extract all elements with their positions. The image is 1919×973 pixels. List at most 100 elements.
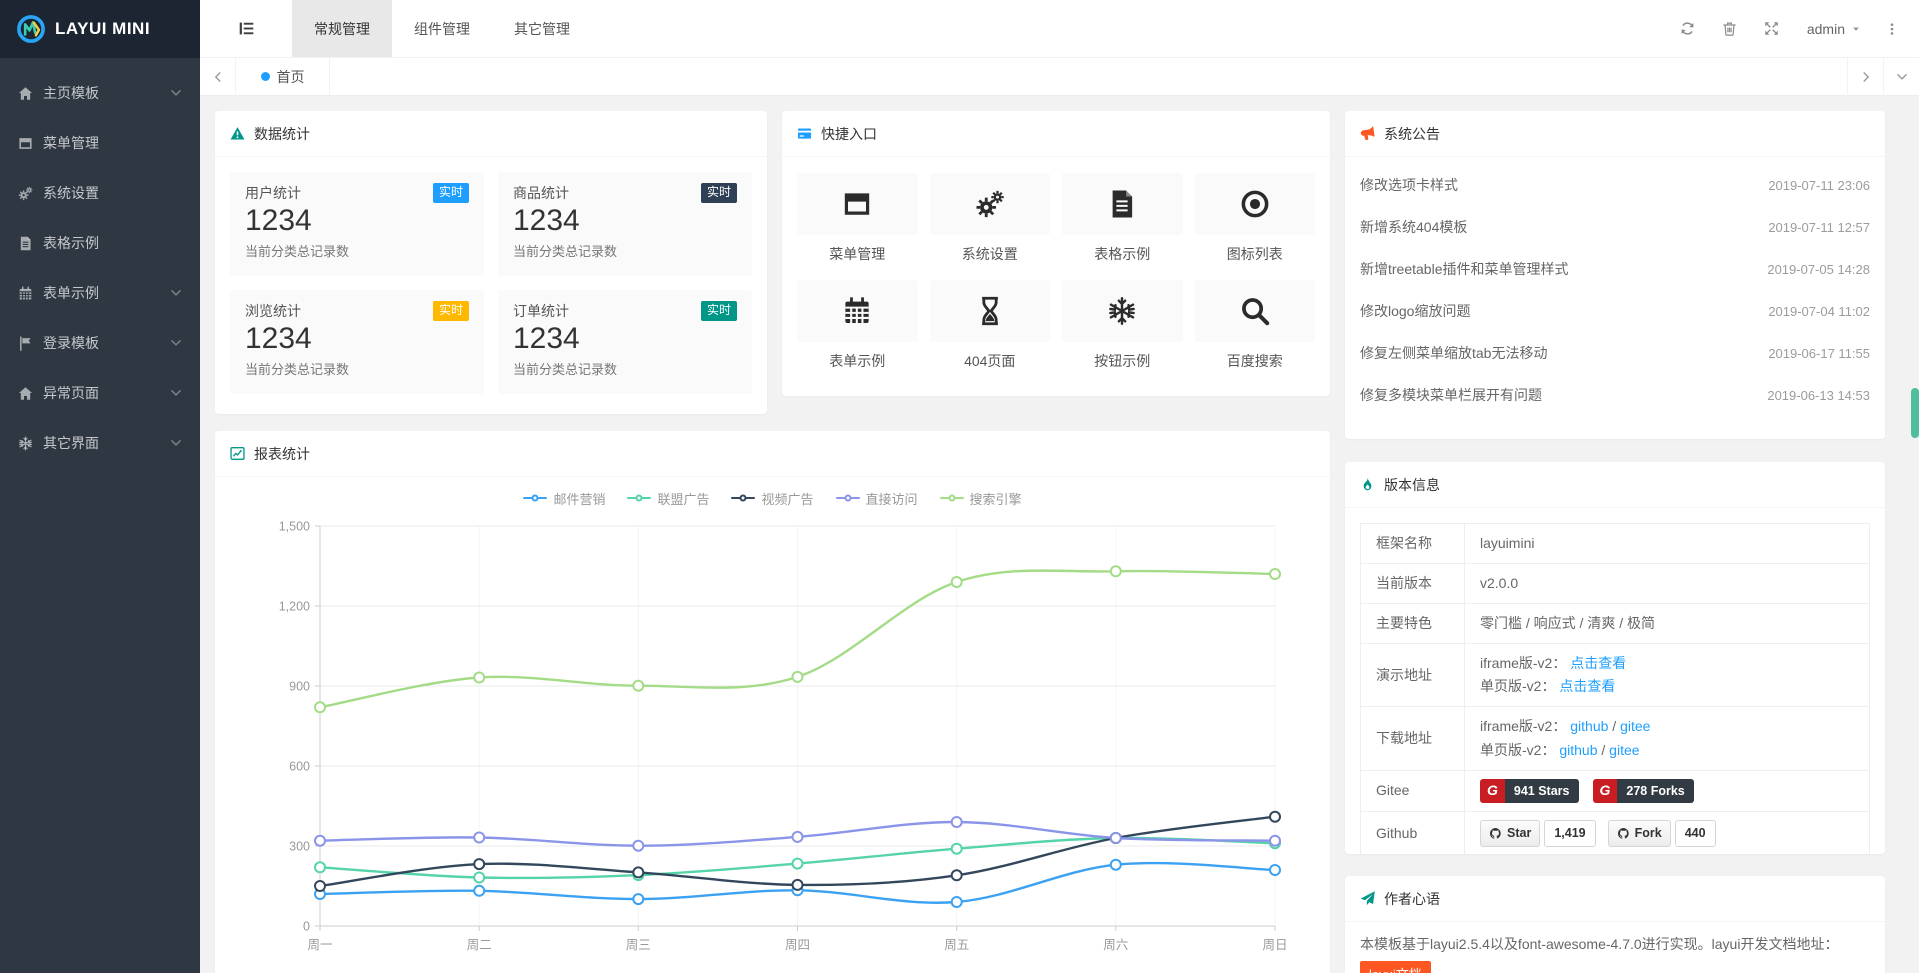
- shortcut-item[interactable]: 表单示例: [797, 280, 918, 371]
- kebab-icon: [1885, 22, 1899, 36]
- announcement-date: 2019-07-11 23:06: [1768, 178, 1870, 193]
- stat-badge: 实时: [433, 301, 469, 321]
- version-row-value: Star 1,419 Fork440: [1465, 811, 1870, 854]
- refresh-button[interactable]: [1667, 0, 1709, 58]
- announcement-item[interactable]: 修改选项卡样式2019-07-11 23:06: [1360, 164, 1870, 206]
- gitee-badge[interactable]: G278 Forks: [1593, 779, 1694, 803]
- stat-box: 用户统计实时1234当前分类总记录数: [230, 172, 484, 276]
- announcements-header: 系统公告: [1345, 111, 1885, 157]
- brand[interactable]: LAYUI MINI: [0, 0, 200, 58]
- user-menu[interactable]: admin: [1793, 21, 1875, 37]
- legend-item[interactable]: 邮件营销: [523, 489, 605, 508]
- shortcut-item[interactable]: 按钮示例: [1062, 280, 1183, 371]
- shortcut-item[interactable]: 404页面: [930, 280, 1051, 371]
- tabs-scroll-right-button[interactable]: [1847, 58, 1883, 96]
- github-button[interactable]: Star: [1480, 820, 1540, 847]
- header-menu-tab[interactable]: 组件管理: [392, 0, 492, 57]
- scrollbar-thumb[interactable]: [1911, 388, 1919, 438]
- svg-text:600: 600: [289, 760, 310, 774]
- version-row-value: layuimini: [1465, 524, 1870, 564]
- announcement-item[interactable]: 新增treetable插件和菜单管理样式2019-07-05 14:28: [1360, 248, 1870, 290]
- chevron-down-icon: [170, 87, 182, 99]
- flag-icon: [18, 336, 33, 351]
- announcement-text: 新增系统404模板: [1360, 217, 1467, 237]
- shortcut-icon-box: [930, 173, 1051, 235]
- snowflake-icon: [18, 436, 33, 451]
- stat-label: 订单统计: [513, 301, 569, 321]
- github-button-label: Star: [1507, 823, 1531, 844]
- author-words-card: 作者心语 本模板基于layui2.5.4以及font-awesome-4.7.0…: [1345, 876, 1885, 973]
- clear-cache-button[interactable]: [1709, 0, 1751, 58]
- version-link[interactable]: 点击查看: [1559, 678, 1615, 694]
- version-link[interactable]: 点击查看: [1570, 655, 1626, 671]
- sidebar-item[interactable]: 表格示例: [0, 218, 200, 268]
- announcement-date: 2019-07-04 11:02: [1768, 304, 1870, 319]
- sidebar-item[interactable]: 异常页面: [0, 368, 200, 418]
- version-info-card: 版本信息 框架名称layuimini当前版本v2.0.0主要特色零门槛 / 响应…: [1345, 462, 1885, 854]
- shortcut-item[interactable]: 表格示例: [1062, 173, 1183, 264]
- version-row-label: 当前版本: [1361, 564, 1465, 604]
- outdent-icon: [238, 20, 255, 37]
- announcement-item[interactable]: 修复多模块菜单栏展开有问题2019-06-13 14:53: [1360, 374, 1870, 416]
- legend-item[interactable]: 搜索引擎: [940, 489, 1022, 508]
- version-link[interactable]: gitee: [1620, 718, 1650, 734]
- header-menu-tab[interactable]: 常规管理: [292, 0, 392, 57]
- card-icon: [797, 126, 812, 141]
- legend-item[interactable]: 直接访问: [836, 489, 918, 508]
- username: admin: [1807, 21, 1845, 37]
- gitee-badge[interactable]: G941 Stars: [1480, 779, 1579, 803]
- legend-label: 邮件营销: [553, 489, 605, 508]
- legend-item[interactable]: 联盟广告: [627, 489, 709, 508]
- sidebar-item-label: 表格示例: [43, 233, 99, 253]
- sidebar-item[interactable]: 主页模板: [0, 68, 200, 118]
- gitee-logo-icon: G: [1480, 779, 1505, 803]
- stat-value: 1234: [513, 322, 737, 356]
- tab-home-label: 首页: [277, 67, 305, 87]
- header-actions: admin: [1667, 0, 1919, 57]
- version-link[interactable]: gitee: [1609, 742, 1639, 758]
- page-scrollbar[interactable]: [1911, 0, 1919, 973]
- announcement-date: 2019-06-13 14:53: [1767, 388, 1870, 403]
- tabs-scroll-left-button[interactable]: [200, 58, 236, 96]
- shortcut-icon-box: [930, 280, 1051, 342]
- announcement-item[interactable]: 新增系统404模板 2019-07-11 12:57: [1360, 206, 1870, 248]
- announcement-item[interactable]: 修改logo缩放问题2019-07-04 11:02: [1360, 290, 1870, 332]
- quick-entry-header: 快捷入口: [782, 111, 1330, 157]
- sidebar-item[interactable]: 其它界面: [0, 418, 200, 468]
- github-count[interactable]: 1,419: [1544, 820, 1595, 847]
- fullscreen-button[interactable]: [1751, 0, 1793, 58]
- link-line-prefix: iframe版-v2：: [1480, 655, 1566, 671]
- collapse-sidebar-button[interactable]: [200, 0, 292, 57]
- version-link[interactable]: github: [1559, 742, 1597, 758]
- stat-value: 1234: [245, 322, 469, 356]
- header-menu-tabs: 常规管理组件管理其它管理: [292, 0, 592, 57]
- sidebar-item[interactable]: 系统设置: [0, 168, 200, 218]
- tab-home[interactable]: 首页: [236, 58, 330, 95]
- sidebar-item[interactable]: 登录模板: [0, 318, 200, 368]
- sidebar-item-label: 登录模板: [43, 333, 99, 353]
- stat-label: 商品统计: [513, 183, 569, 203]
- header-menu-tab[interactable]: 其它管理: [492, 0, 592, 57]
- svg-text:1,500: 1,500: [279, 520, 310, 534]
- version-link[interactable]: github: [1570, 718, 1608, 734]
- legend-marker-icon: [731, 497, 755, 499]
- legend-item[interactable]: 视频广告: [731, 489, 813, 508]
- author-line1: 本模板基于layui2.5.4以及font-awesome-4.7.0进行实现。…: [1360, 933, 1870, 956]
- version-info-header: 版本信息: [1345, 462, 1885, 508]
- version-row-label: 主要特色: [1361, 604, 1465, 644]
- shortcut-item[interactable]: 百度搜索: [1195, 280, 1316, 371]
- announcement-date: 2019-07-11 12:57: [1768, 220, 1870, 235]
- shortcut-label: 系统设置: [930, 244, 1051, 264]
- more-menu-button[interactable]: [1875, 0, 1909, 58]
- announcement-item[interactable]: 修复左侧菜单缩放tab无法移动2019-06-17 11:55: [1360, 332, 1870, 374]
- version-row: 主要特色零门槛 / 响应式 / 清爽 / 极简: [1361, 604, 1870, 644]
- shortcut-item[interactable]: 系统设置: [930, 173, 1051, 264]
- shortcut-item[interactable]: 图标列表: [1195, 173, 1316, 264]
- github-button[interactable]: Fork: [1608, 820, 1671, 847]
- layui-doc-button[interactable]: layui文档: [1360, 961, 1431, 973]
- sidebar-item[interactable]: 表单示例: [0, 268, 200, 318]
- caret-down-icon: [1851, 24, 1861, 34]
- sidebar-item[interactable]: 菜单管理: [0, 118, 200, 168]
- shortcut-item[interactable]: 菜单管理: [797, 173, 918, 264]
- github-count[interactable]: 440: [1675, 820, 1716, 847]
